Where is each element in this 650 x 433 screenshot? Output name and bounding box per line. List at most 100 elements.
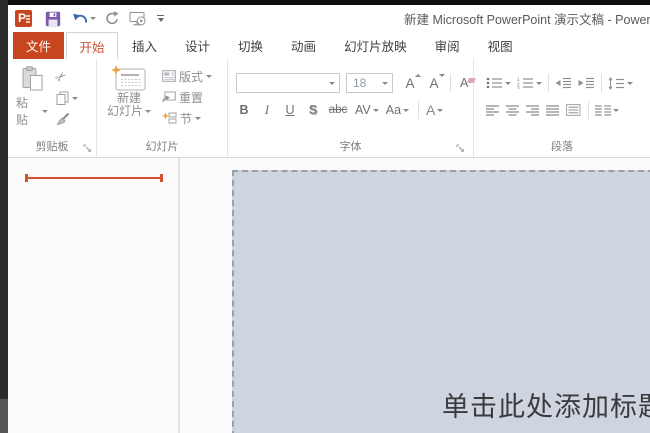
ribbon-tab-row: 文件 开始 插入 设计 切换 动画 幻灯片放映 审阅 视图: [8, 32, 650, 59]
section-icon: [162, 112, 177, 124]
character-spacing-button[interactable]: AV: [355, 103, 379, 117]
customize-qat-button[interactable]: [157, 7, 164, 31]
change-case-button[interactable]: Aa: [385, 103, 410, 117]
bullets-icon: [486, 77, 503, 89]
align-left-button[interactable]: [486, 104, 500, 116]
cut-icon: ✂: [52, 67, 71, 87]
group-paragraph: 123 段落: [474, 59, 650, 157]
title-placeholder-text: 单击此处添加标题: [442, 392, 650, 422]
screen: 新建 Microsoft PowerPoint 演示文稿 - PowerPoin…: [0, 0, 650, 433]
powerpoint-app-icon[interactable]: [15, 10, 32, 27]
font-size-combobox[interactable]: 18: [346, 73, 393, 93]
tab-animations[interactable]: 动画: [277, 32, 330, 59]
font-color-icon: A: [426, 102, 436, 118]
format-painter-icon: [56, 112, 70, 126]
grow-font-button[interactable]: A: [403, 73, 421, 91]
reset-button[interactable]: 重置: [162, 89, 212, 105]
group-font: 18 A A A B I U S abc AV Aa A 字体: [228, 59, 474, 157]
dialog-launcher-icon: [83, 144, 91, 152]
change-case-icon: Aa: [385, 103, 402, 117]
clear-formatting-button[interactable]: A: [460, 76, 468, 90]
paste-button[interactable]: 粘贴: [16, 66, 48, 128]
reset-icon: [162, 91, 176, 103]
bold-button[interactable]: B: [236, 103, 252, 117]
tab-slideshow[interactable]: 幻灯片放映: [330, 32, 421, 59]
decrease-indent-button[interactable]: [555, 77, 572, 89]
numbering-button[interactable]: 123: [517, 77, 542, 89]
align-right-icon: [526, 104, 540, 116]
copy-button[interactable]: [56, 89, 78, 107]
paste-icon: [22, 66, 43, 91]
window-title: 新建 Microsoft PowerPoint 演示文稿 - PowerPoin…: [404, 13, 650, 27]
selected-slide-thumbnail[interactable]: [25, 174, 163, 182]
paste-label: 粘贴: [16, 96, 29, 127]
dialog-launcher-icon: [456, 144, 464, 152]
undo-icon: [72, 12, 89, 26]
group-clipboard: 粘贴 ✂ 剪贴板: [8, 59, 97, 157]
tab-transitions[interactable]: 切换: [224, 32, 277, 59]
save-button[interactable]: [45, 7, 61, 31]
clipboard-dialog-launcher[interactable]: [82, 143, 92, 153]
slide-thumbnail-pane[interactable]: [8, 158, 180, 433]
redo-button[interactable]: [105, 7, 120, 31]
title-placeholder[interactable]: 单击此处添加标题: [232, 170, 650, 433]
columns-button[interactable]: [595, 104, 619, 116]
text-shadow-button[interactable]: S: [305, 103, 321, 117]
layout-button[interactable]: 版式: [162, 68, 213, 84]
layout-label: 版式: [179, 69, 204, 84]
quick-access-toolbar: [8, 5, 164, 32]
increase-indent-icon: [578, 77, 595, 89]
slide-editing-area[interactable]: 单击此处添加标题: [180, 158, 650, 433]
redo-icon: [105, 11, 120, 26]
line-spacing-button[interactable]: [608, 76, 633, 90]
powerpoint-window: 新建 Microsoft PowerPoint 演示文稿 - PowerPoin…: [8, 5, 650, 433]
align-center-button[interactable]: [506, 104, 520, 116]
tab-view[interactable]: 视图: [474, 32, 527, 59]
distribute-text-icon: [566, 104, 581, 116]
italic-button[interactable]: I: [259, 103, 275, 118]
font-dialog-launcher[interactable]: [455, 143, 465, 153]
strikethrough-button[interactable]: abc: [328, 104, 348, 116]
character-spacing-icon: AV: [355, 103, 371, 117]
presentation-screen-icon: [129, 11, 147, 27]
group-label-slides: 幻灯片: [145, 141, 179, 153]
undo-dropdown[interactable]: [90, 7, 96, 31]
svg-text:3: 3: [517, 86, 520, 90]
align-center-icon: [506, 104, 520, 116]
tab-home[interactable]: 开始: [66, 32, 118, 59]
tab-insert[interactable]: 插入: [118, 32, 171, 59]
grow-font-icon: A: [405, 75, 415, 91]
format-painter-button[interactable]: [56, 110, 78, 128]
reset-label: 重置: [179, 90, 204, 105]
new-slide-icon: [111, 65, 147, 92]
document-area: 单击此处添加标题: [8, 158, 650, 433]
shrink-font-icon: A: [429, 75, 439, 91]
bullets-button[interactable]: [486, 77, 511, 89]
underline-button[interactable]: U: [282, 103, 298, 117]
cut-button[interactable]: ✂: [52, 68, 78, 87]
tab-review[interactable]: 审阅: [421, 32, 474, 59]
save-icon: [45, 11, 61, 27]
numbering-icon: 123: [517, 77, 534, 89]
justify-button[interactable]: [546, 104, 560, 116]
start-slideshow-button[interactable]: [129, 7, 147, 31]
undo-button[interactable]: [72, 7, 89, 31]
font-color-button[interactable]: A: [426, 102, 444, 118]
decrease-indent-icon: [555, 77, 572, 89]
align-right-button[interactable]: [526, 104, 540, 116]
font-size-value: 18: [353, 76, 367, 90]
shrink-font-button[interactable]: A: [427, 73, 445, 91]
section-button[interactable]: 节: [162, 110, 212, 126]
group-label-font: 字体: [339, 141, 362, 153]
new-slide-button[interactable]: 新建 幻灯片: [105, 65, 153, 126]
distribute-text-button[interactable]: [566, 104, 581, 116]
tab-file[interactable]: 文件: [13, 32, 64, 59]
increase-indent-button[interactable]: [578, 77, 595, 89]
new-slide-label-line2: 幻灯片: [106, 104, 143, 118]
columns-icon: [595, 104, 611, 116]
titlebar: 新建 Microsoft PowerPoint 演示文稿 - PowerPoin…: [8, 5, 650, 32]
tab-design[interactable]: 设计: [171, 32, 224, 59]
ribbon: 粘贴 ✂ 剪贴板 新建 幻灯片 版式 重置 节 幻灯片 18 A A A B I…: [8, 59, 650, 158]
group-label-paragraph: 段落: [551, 141, 573, 153]
font-name-combobox[interactable]: [236, 73, 340, 93]
